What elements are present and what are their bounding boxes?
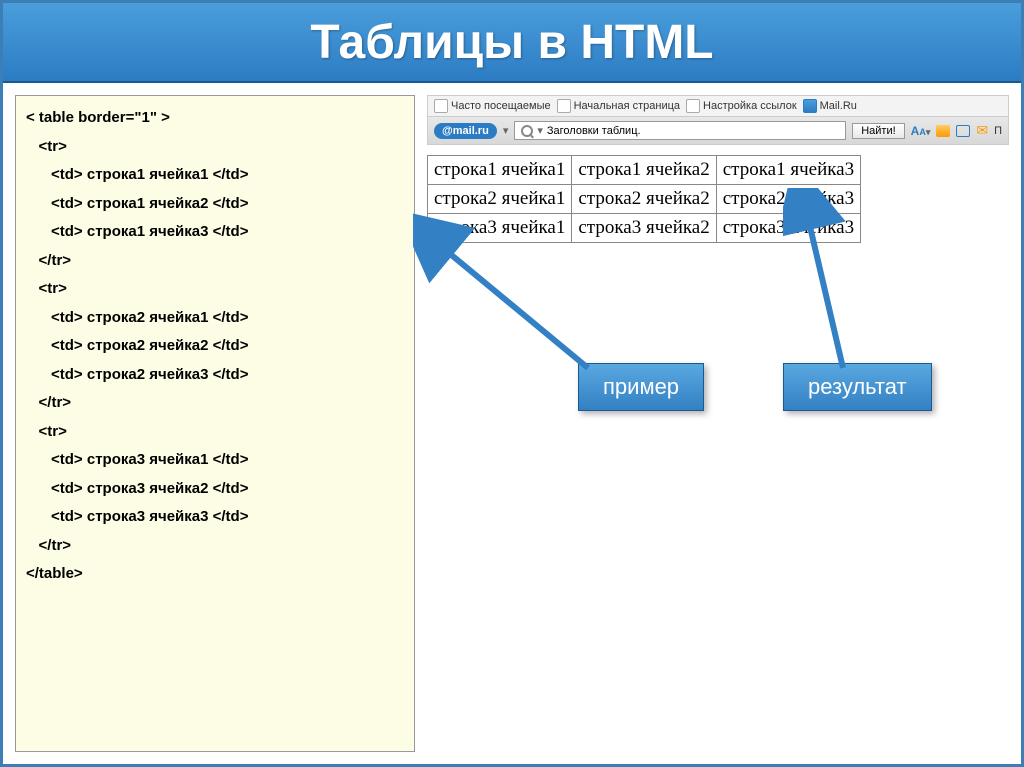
page-icon (686, 99, 700, 113)
title-bar: Таблицы в HTML (3, 3, 1021, 83)
table-row: строка3 ячейка1 строка3 ячейка2 строка3 … (428, 214, 861, 243)
envelope-icon[interactable]: ✉ (976, 122, 988, 139)
browser-bookmarks-bar: Часто посещаемые Начальная страница Наст… (427, 95, 1009, 117)
font-size-icon[interactable]: AA▾ (911, 124, 931, 138)
browser-search-bar: @mail.ru ▾ ▾ Заголовки таблиц. Найти! AA… (427, 117, 1009, 145)
bookmark-mailru[interactable]: Mail.Ru (803, 99, 857, 113)
browser-result-panel: Часто посещаемые Начальная страница Наст… (427, 95, 1009, 752)
code-line: <td> строка1 ячейка1 </td> (26, 161, 404, 190)
table-cell: строка2 ячейка3 (716, 185, 860, 214)
code-line: </tr> (26, 532, 404, 561)
mailru-logo[interactable]: @mail.ru (434, 123, 497, 139)
result-table: строка1 ячейка1 строка1 ячейка2 строка1 … (427, 155, 861, 243)
slide-frame: Таблицы в HTML < table border="1" > <tr>… (0, 0, 1024, 767)
label-example: пример (578, 363, 704, 411)
table-cell: строка2 ячейка2 (572, 185, 716, 214)
code-line: </tr> (26, 389, 404, 418)
table-cell: строка3 ячейка2 (572, 214, 716, 243)
table-row: строка1 ячейка1 строка1 ячейка2 строка1 … (428, 156, 861, 185)
code-line: <td> строка1 ячейка2 </td> (26, 190, 404, 219)
search-value: Заголовки таблиц. (547, 125, 641, 137)
table-cell: строка1 ячейка3 (716, 156, 860, 185)
code-line: </tr> (26, 247, 404, 276)
search-icon (521, 125, 533, 137)
table-cell: строка3 ячейка3 (716, 214, 860, 243)
label-result: результат (783, 363, 932, 411)
page-icon (434, 99, 448, 113)
code-line: < table border="1" > (26, 104, 404, 133)
content-area: < table border="1" > <tr> <td> строка1 я… (3, 83, 1021, 764)
code-line: <td> строка2 ячейка2 </td> (26, 332, 404, 361)
table-cell: строка3 ячейка1 (428, 214, 572, 243)
code-line: <td> строка3 ячейка3 </td> (26, 503, 404, 532)
notes-icon[interactable] (936, 125, 950, 137)
table-cell: строка1 ячейка1 (428, 156, 572, 185)
bookmark-frequent[interactable]: Часто посещаемые (434, 99, 551, 113)
code-line: <tr> (26, 133, 404, 162)
code-line: <td> строка3 ячейка2 </td> (26, 475, 404, 504)
slide-title: Таблицы в HTML (310, 15, 713, 70)
code-line: <td> строка2 ячейка3 </td> (26, 361, 404, 390)
table-row: строка2 ячейка1 строка2 ячейка2 строка2 … (428, 185, 861, 214)
bookmark-startpage[interactable]: Начальная страница (557, 99, 680, 113)
screenshot-icon[interactable] (956, 125, 970, 137)
find-button[interactable]: Найти! (852, 123, 904, 139)
dropdown-arrow-icon[interactable]: ▾ (503, 124, 509, 137)
search-input[interactable]: ▾ Заголовки таблиц. (514, 121, 846, 140)
code-example-panel: < table border="1" > <tr> <td> строка1 я… (15, 95, 415, 752)
code-line: <tr> (26, 275, 404, 304)
dropdown-arrow-icon: ▾ (537, 124, 543, 137)
bookmark-links[interactable]: Настройка ссылок (686, 99, 797, 113)
code-line: <td> строка1 ячейка3 </td> (26, 218, 404, 247)
table-cell: строка2 ячейка1 (428, 185, 572, 214)
code-line: <tr> (26, 418, 404, 447)
table-cell: строка1 ячейка2 (572, 156, 716, 185)
code-line: <td> строка2 ячейка1 </td> (26, 304, 404, 333)
code-line: <td> строка3 ячейка1 </td> (26, 446, 404, 475)
code-line: </table> (26, 560, 404, 589)
mail-icon (803, 99, 817, 113)
po-label: П (994, 125, 1002, 137)
page-icon (557, 99, 571, 113)
